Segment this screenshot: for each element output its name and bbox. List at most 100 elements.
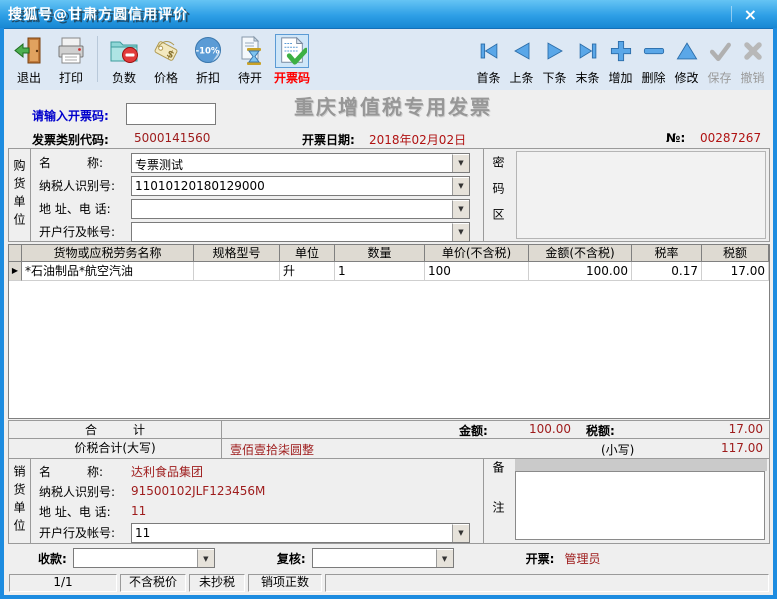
price-button[interactable]: $ 价格	[145, 32, 187, 86]
remark-textarea[interactable]	[515, 471, 765, 540]
seller-taxid-value: 91500102JLF123456M	[131, 484, 265, 498]
chevron-down-icon[interactable]: ▼	[197, 549, 214, 567]
printer-icon	[54, 34, 88, 68]
chevron-down-icon[interactable]: ▼	[452, 200, 469, 218]
category-code-label: 发票类别代码:	[32, 131, 109, 148]
buyer-address-value	[132, 200, 452, 218]
buyer-address-combobox[interactable]: ▼	[131, 199, 470, 219]
delete-button[interactable]: 删除	[637, 32, 670, 86]
negative-label: 负数	[112, 69, 136, 86]
invoice-code-button[interactable]: 开票码	[271, 32, 313, 86]
remark-top-strip	[515, 459, 767, 471]
plus-icon	[604, 34, 638, 68]
col-amount: 金额(不含税)	[529, 245, 632, 262]
remark-label: 备注	[490, 461, 507, 541]
first-record-icon	[472, 34, 506, 68]
col-qty: 数量	[335, 245, 425, 262]
status-tax-mode: 不含税价	[120, 574, 186, 592]
remark-label-cell: 备注	[483, 459, 513, 543]
invoice-no-label: №:	[666, 131, 685, 145]
cell-spec[interactable]	[194, 262, 280, 281]
cell-tax-amount[interactable]: 17.00	[702, 262, 769, 281]
negative-button[interactable]: 负数	[103, 32, 145, 86]
password-area-cell: 密码区	[483, 149, 513, 241]
discount-button[interactable]: -10% 折扣	[187, 32, 229, 86]
status-empty	[325, 574, 769, 592]
buyer-taxid-label: 纳税人识别号:	[39, 177, 131, 194]
seller-address-value: 11	[131, 504, 146, 518]
signature-row: 收款: ▼ 复核: ▼ 开票: 管理员	[8, 545, 770, 571]
seller-name-label: 名 称:	[39, 463, 131, 480]
invoice-no-value: 00287267	[700, 131, 761, 145]
modify-label: 修改	[674, 69, 698, 86]
totals-tax-label: 税额:	[586, 422, 615, 439]
buyer-bank-combobox[interactable]: ▼	[131, 222, 470, 242]
seller-side-label: 销货单位	[11, 465, 28, 537]
buyer-section: 购货单位 名 称: 专票测试 ▼ 纳税人识别号: 110101201801290…	[8, 148, 770, 242]
pending-button[interactable]: 待开	[229, 32, 271, 86]
seller-taxid-label: 纳税人识别号:	[39, 483, 131, 500]
totals-row: 合 计 金额: 100.00 税额: 17.00	[8, 420, 770, 439]
chevron-down-icon[interactable]: ▼	[452, 223, 469, 241]
buyer-taxid-value: 11010120180129000	[132, 177, 452, 195]
totals-tax-value: 17.00	[729, 422, 763, 436]
exit-button[interactable]: 退出	[8, 32, 50, 86]
status-page: 1/1	[9, 574, 117, 592]
add-label: 增加	[608, 69, 632, 86]
chevron-down-icon[interactable]: ▼	[452, 177, 469, 195]
invoice-code-icon	[275, 34, 309, 68]
close-icon[interactable]: ×	[732, 5, 769, 24]
add-button[interactable]: 增加	[604, 32, 637, 86]
cell-goods-name[interactable]: *石油制品*航空汽油	[22, 262, 194, 281]
chevron-down-icon[interactable]: ▼	[436, 549, 453, 567]
reviewer-value	[313, 549, 436, 567]
modify-button[interactable]: 修改	[670, 32, 703, 86]
invoice-code-input[interactable]	[126, 103, 216, 125]
delete-label: 删除	[641, 69, 665, 86]
buyer-name-combobox[interactable]: 专票测试 ▼	[131, 153, 470, 173]
toolbar: 退出 打印	[4, 28, 773, 90]
chevron-down-icon[interactable]: ▼	[452, 154, 469, 172]
cell-amount[interactable]: 100.00	[529, 262, 632, 281]
exit-label: 退出	[17, 69, 41, 86]
buyer-address-label: 地 址、电 话:	[39, 200, 131, 217]
cell-qty[interactable]: 1	[335, 262, 425, 281]
password-area-panel	[516, 151, 766, 239]
triangle-icon	[670, 34, 704, 68]
save-label: 保存	[707, 69, 731, 86]
cell-unit[interactable]: 升	[280, 262, 335, 281]
cross-icon	[736, 34, 770, 68]
grid-selector-header	[9, 245, 22, 262]
discount-label: 折扣	[196, 69, 220, 86]
reviewer-combobox[interactable]: ▼	[312, 548, 454, 568]
last-record-button[interactable]: 末条	[571, 32, 604, 86]
row-selector-icon: ▶	[9, 262, 22, 281]
col-goods-name: 货物或应税劳务名称	[22, 245, 194, 262]
seller-fields: 名 称: 达利食品集团 纳税人识别号: 91500102JLF123456M 地…	[31, 459, 483, 543]
next-record-label: 下条	[542, 69, 566, 86]
category-code-value: 5000141560	[134, 131, 210, 145]
first-record-button[interactable]: 首条	[472, 32, 505, 86]
last-record-icon	[571, 34, 605, 68]
chevron-down-icon[interactable]: ▼	[452, 524, 469, 542]
cell-tax-rate[interactable]: 0.17	[632, 262, 702, 281]
status-copy: 未抄税	[189, 574, 245, 592]
password-area-label: 密码区	[490, 156, 507, 234]
table-row[interactable]: ▶ *石油制品*航空汽油 升 1 100 100.00 0.17 17.00	[9, 262, 769, 281]
payee-combobox[interactable]: ▼	[73, 548, 215, 568]
invoice-title: 重庆增值税专用发票	[294, 91, 492, 120]
print-button[interactable]: 打印	[50, 32, 92, 86]
seller-section: 销货单位 名 称: 达利食品集团 纳税人识别号: 91500102JLF1234…	[8, 458, 770, 544]
prev-record-button[interactable]: 上条	[505, 32, 538, 86]
seller-bank-combobox[interactable]: 11 ▼	[131, 523, 470, 543]
save-button: 保存	[703, 32, 736, 86]
buyer-taxid-combobox[interactable]: 11010120180129000 ▼	[131, 176, 470, 196]
prev-record-icon	[505, 34, 539, 68]
reviewer-label: 复核:	[277, 550, 306, 567]
buyer-bank-label: 开户行及帐号:	[39, 223, 131, 240]
next-record-button[interactable]: 下条	[538, 32, 571, 86]
cell-unit-price[interactable]: 100	[425, 262, 529, 281]
issue-date-label: 开票日期:	[302, 131, 355, 148]
drawer-label: 开票:	[526, 550, 555, 567]
negative-folder-icon	[107, 34, 141, 68]
